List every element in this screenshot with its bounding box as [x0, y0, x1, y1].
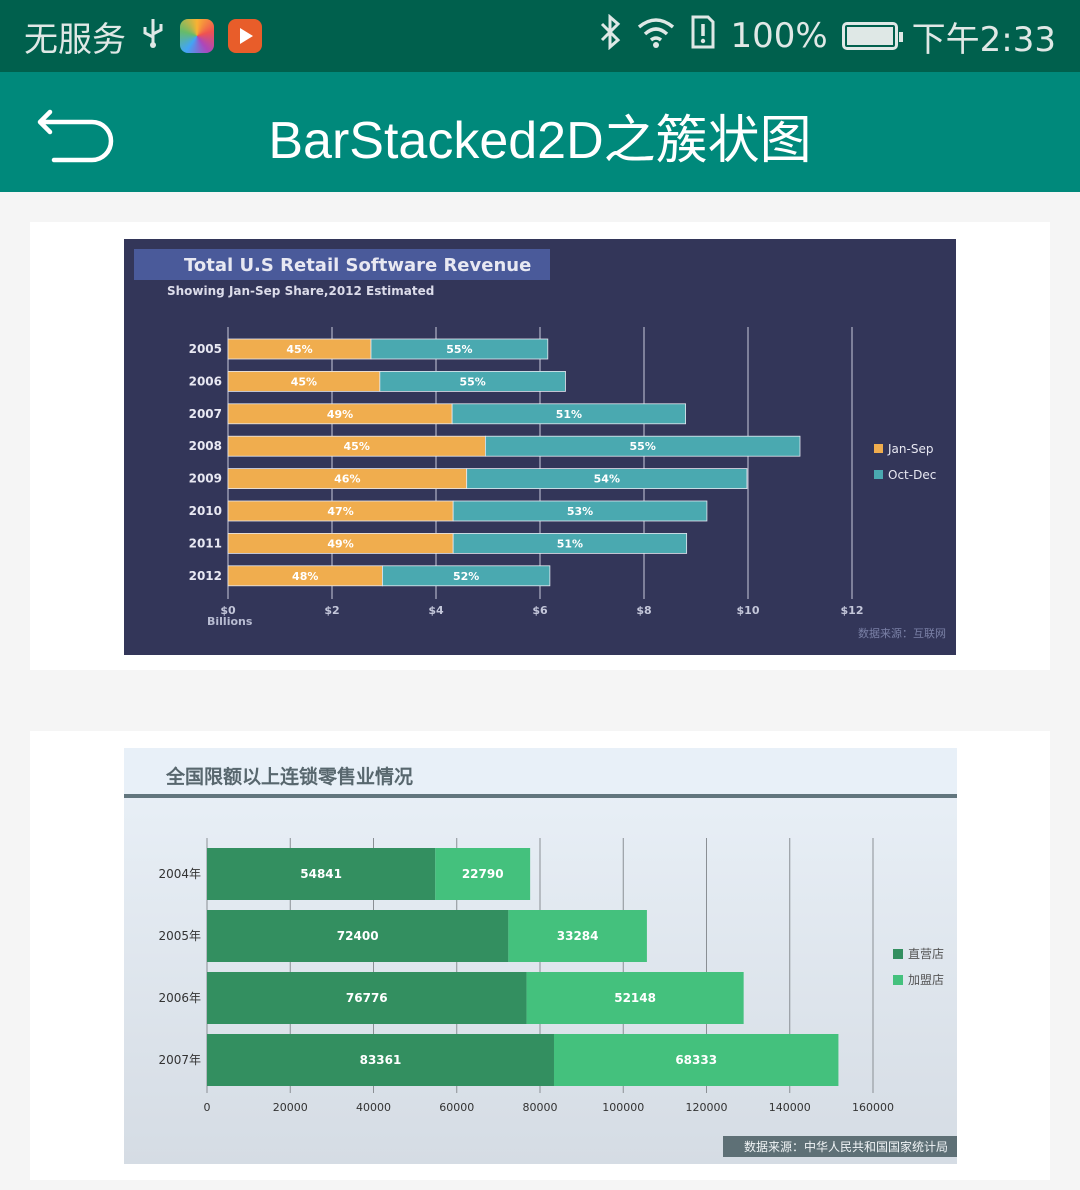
chart-1-x-tick-label: $8 — [636, 604, 651, 617]
retail-software-revenue-chart: Total U.S Retail Software Revenue Showin… — [124, 239, 956, 655]
chart-1-bar-label: 49% — [327, 408, 353, 421]
video-app-icon — [228, 19, 262, 53]
status-bar-left: 无服务 — [24, 14, 262, 60]
chart-2-x-tick-label: 120000 — [686, 1101, 728, 1114]
battery-percent: 100% — [730, 16, 828, 56]
status-bar: 无服务 100% 下午2:33 — [0, 0, 1080, 72]
chart-2-x-tick-label: 60000 — [439, 1101, 474, 1114]
battery-charging-icon — [841, 22, 903, 50]
usb-icon — [140, 15, 166, 58]
chart-2-x-tick-label: 160000 — [852, 1101, 894, 1114]
chart-1-x-tick-label: $10 — [737, 604, 760, 617]
chart-1-bar-label: 51% — [556, 408, 582, 421]
bluetooth-icon — [598, 13, 622, 59]
chart-2-category-label: 2006年 — [158, 991, 201, 1005]
chart-1-source-note: 数据来源：互联网 — [858, 626, 946, 640]
chart-1-x-tick-label: $2 — [324, 604, 339, 617]
chart-2-x-tick-label: 20000 — [273, 1101, 308, 1114]
sim-alert-icon — [690, 15, 716, 58]
chart-2-x-tick-label: 0 — [204, 1101, 211, 1114]
legend-swatch-jan-sep — [874, 444, 883, 453]
chart-1-category-label: 2006 — [189, 374, 222, 388]
chart-2-bar-label: 83361 — [360, 1053, 402, 1067]
chart-2-bar-label: 52148 — [614, 991, 656, 1005]
chart-2-bar-label: 22790 — [462, 867, 504, 881]
chart-2-x-tick-label: 100000 — [602, 1101, 644, 1114]
chart-1-unit-label: Billions — [207, 615, 253, 628]
chart-1-category-label: 2009 — [189, 472, 222, 486]
legend-label-jan-sep: Jan-Sep — [887, 442, 933, 456]
chart-2-bar-label: 76776 — [346, 991, 388, 1005]
chart-2-bar-label: 72400 — [337, 929, 379, 943]
chart-2-category-label: 2005年 — [158, 929, 201, 943]
chart-1-category-label: 2011 — [189, 536, 222, 550]
chart-2-x-tick-label: 80000 — [523, 1101, 558, 1114]
chart-1-bar-label: 45% — [344, 440, 370, 453]
chart-1-bar-label: 55% — [630, 440, 656, 453]
chain-retail-chart: 全国限额以上连锁零售业情况 54841 22790 72400 33284 76776 5… — [124, 748, 957, 1164]
chart-1-svg: Total U.S Retail Software Revenue Showin… — [124, 239, 956, 655]
chart-1-bar-label: 45% — [286, 343, 312, 356]
chart-1-x-tick-label: $4 — [428, 604, 444, 617]
chart-1-category-label: 2010 — [189, 504, 222, 518]
chart-1-bar-label: 49% — [327, 537, 353, 550]
photos-app-icon — [180, 19, 214, 53]
chart-1-bar-label: 54% — [594, 473, 620, 486]
chart-2-bar-label: 54841 — [300, 867, 342, 881]
chart-2-title-rule — [124, 794, 957, 798]
chart-1-category-label: 2008 — [189, 439, 222, 453]
app-toolbar: BarStacked2D之簇状图 — [0, 72, 1080, 192]
chart-1-x-tick-label: $12 — [841, 604, 864, 617]
chart-1-category-label: 2007 — [189, 407, 222, 421]
chart-1-x-tick-label: $6 — [532, 604, 548, 617]
legend-label-oct-dec: Oct-Dec — [888, 468, 936, 482]
chart-1-title: Total U.S Retail Software Revenue — [184, 255, 531, 276]
chart-1-subtitle: Showing Jan-Sep Share,2012 Estimated — [167, 284, 434, 298]
legend-label-direct: 直营店 — [908, 947, 944, 961]
chart-1-bar-label: 45% — [291, 375, 317, 388]
clock: 下午2:33 — [911, 19, 1056, 60]
chart-1-bar-label: 51% — [557, 537, 583, 550]
chart-1-category-label: 2012 — [189, 569, 222, 583]
status-bar-right: 100% 下午2:33 — [598, 13, 1056, 60]
legend-label-franchise: 加盟店 — [908, 973, 944, 987]
chart-1-bar-label: 52% — [453, 570, 479, 583]
chart-2-title: 全国限额以上连锁零售业情况 — [165, 765, 413, 788]
chart-2-svg: 全国限额以上连锁零售业情况 54841 22790 72400 33284 76776 5… — [124, 748, 957, 1164]
chart-2-source-note: 数据来源：中华人民共和国国家统计局 — [744, 1139, 948, 1154]
chart-2-category-label: 2007年 — [158, 1053, 201, 1067]
chart-1-bar-label: 53% — [567, 505, 593, 518]
wifi-icon — [636, 15, 676, 58]
legend-swatch-franchise — [893, 975, 903, 985]
chart-1-category-label: 2005 — [189, 342, 222, 356]
legend-swatch-direct — [893, 949, 903, 959]
chart-1-bar-label: 47% — [327, 505, 353, 518]
chart-2-x-tick-label: 140000 — [769, 1101, 811, 1114]
chart-1-bar-label: 46% — [334, 473, 360, 486]
chart-1-bar-label: 55% — [446, 343, 472, 356]
chart-2-bar-label: 68333 — [675, 1053, 717, 1067]
chart-1-bar-label: 55% — [459, 375, 485, 388]
chart-2-bar-label: 33284 — [557, 929, 599, 943]
chart-1-bar-label: 48% — [292, 570, 318, 583]
chart-2-x-tick-label: 40000 — [356, 1101, 391, 1114]
chart-2-category-label: 2004年 — [158, 867, 201, 881]
carrier-text: 无服务 — [24, 19, 126, 60]
page-title: BarStacked2D之簇状图 — [268, 112, 812, 170]
legend-swatch-oct-dec — [874, 470, 883, 479]
